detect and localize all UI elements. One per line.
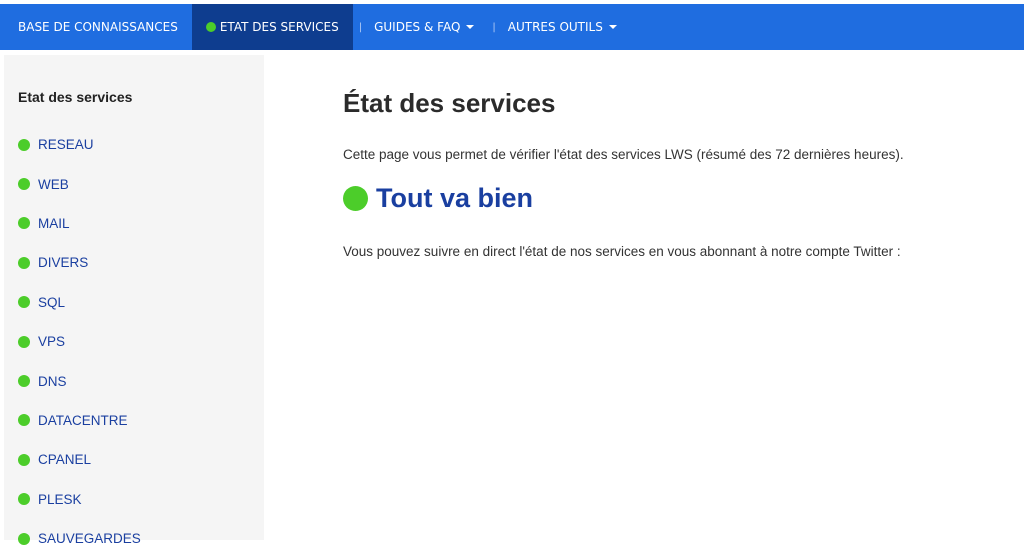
sidebar-item-dns[interactable]: DNS bbox=[18, 361, 141, 400]
green-dot-icon bbox=[18, 414, 30, 427]
sidebar-item-plesk[interactable]: PLESK bbox=[18, 480, 141, 519]
green-dot-icon bbox=[18, 178, 30, 191]
follow-text: Vous pouvez suivre en direct l'état de n… bbox=[343, 244, 901, 259]
sidebar-item-label: SQL bbox=[38, 294, 66, 310]
sidebar-item-divers[interactable]: DIVERS bbox=[18, 243, 141, 282]
sidebar-item-label: PLESK bbox=[38, 491, 82, 507]
nav-separator: | bbox=[358, 21, 363, 33]
nav-etat-des-services[interactable]: ETAT DES SERVICES bbox=[191, 4, 353, 50]
sidebar-item-label: DNS bbox=[38, 373, 67, 389]
sidebar-item-mail[interactable]: MAIL bbox=[18, 204, 141, 243]
sidebar-item-label: MAIL bbox=[38, 215, 70, 231]
global-status: Tout va bien bbox=[343, 183, 533, 214]
sidebar-item-label: WEB bbox=[38, 176, 69, 192]
green-dot-icon bbox=[18, 217, 30, 230]
green-dot-icon bbox=[18, 493, 30, 506]
sidebar-item-reseau[interactable]: RESEAU bbox=[18, 125, 141, 164]
nav-item-label: BASE DE CONNAISSANCES bbox=[18, 20, 178, 34]
green-dot-icon bbox=[205, 22, 216, 32]
nav-base-de-connaissances[interactable]: BASE DE CONNAISSANCES bbox=[0, 4, 192, 50]
green-dot-icon bbox=[18, 375, 30, 388]
green-dot-icon bbox=[18, 335, 30, 348]
green-dot-icon bbox=[18, 256, 30, 269]
nav-separator: | bbox=[492, 21, 496, 33]
green-dot-icon bbox=[18, 453, 30, 466]
sidebar-item-label: CPANEL bbox=[38, 452, 92, 468]
sidebar-item-cpanel[interactable]: CPANEL bbox=[18, 440, 141, 479]
sidebar-item-vps[interactable]: VPS bbox=[18, 322, 141, 361]
top-navigation: BASE DE CONNAISSANCES ETAT DES SERVICES … bbox=[0, 4, 1024, 50]
green-dot-icon bbox=[18, 138, 30, 151]
sidebar-title: Etat des services bbox=[18, 89, 133, 105]
sidebar-list: RESEAU WEB MAIL DIVERS SQL VPS DNS DATAC… bbox=[18, 125, 141, 558]
sidebar-item-label: DATACENTRE bbox=[38, 412, 128, 428]
status-text: Tout va bien bbox=[376, 183, 534, 213]
green-dot-icon bbox=[18, 296, 30, 309]
sidebar-item-datacentre[interactable]: DATACENTRE bbox=[18, 401, 141, 440]
sidebar-item-label: RESEAU bbox=[38, 137, 94, 153]
caret-down-icon bbox=[608, 25, 617, 29]
nav-guides-faq[interactable]: GUIDES & FAQ bbox=[362, 4, 486, 50]
nav-autres-outils[interactable]: AUTRES OUTILS bbox=[496, 4, 629, 50]
sidebar-item-sql[interactable]: SQL bbox=[18, 283, 141, 322]
sidebar-item-sauvegardes[interactable]: SAUVEGARDES bbox=[18, 519, 141, 558]
nav-item-label: GUIDES & FAQ bbox=[374, 20, 461, 34]
page-title: État des services bbox=[343, 88, 556, 118]
nav-item-label: AUTRES OUTILS bbox=[507, 20, 603, 34]
sidebar-item-label: DIVERS bbox=[38, 255, 89, 271]
sidebar: Etat des services RESEAU WEB MAIL DIVERS… bbox=[4, 55, 264, 546]
green-dot-icon bbox=[18, 532, 30, 545]
sidebar-item-web[interactable]: WEB bbox=[18, 164, 141, 203]
sidebar-item-label: VPS bbox=[38, 334, 66, 350]
nav-item-label: ETAT DES SERVICES bbox=[219, 20, 339, 34]
intro-text: Cette page vous permet de vérifier l'éta… bbox=[343, 147, 904, 162]
green-dot-icon bbox=[343, 186, 368, 211]
caret-down-icon bbox=[466, 25, 475, 29]
sidebar-item-label: SAUVEGARDES bbox=[38, 531, 141, 547]
